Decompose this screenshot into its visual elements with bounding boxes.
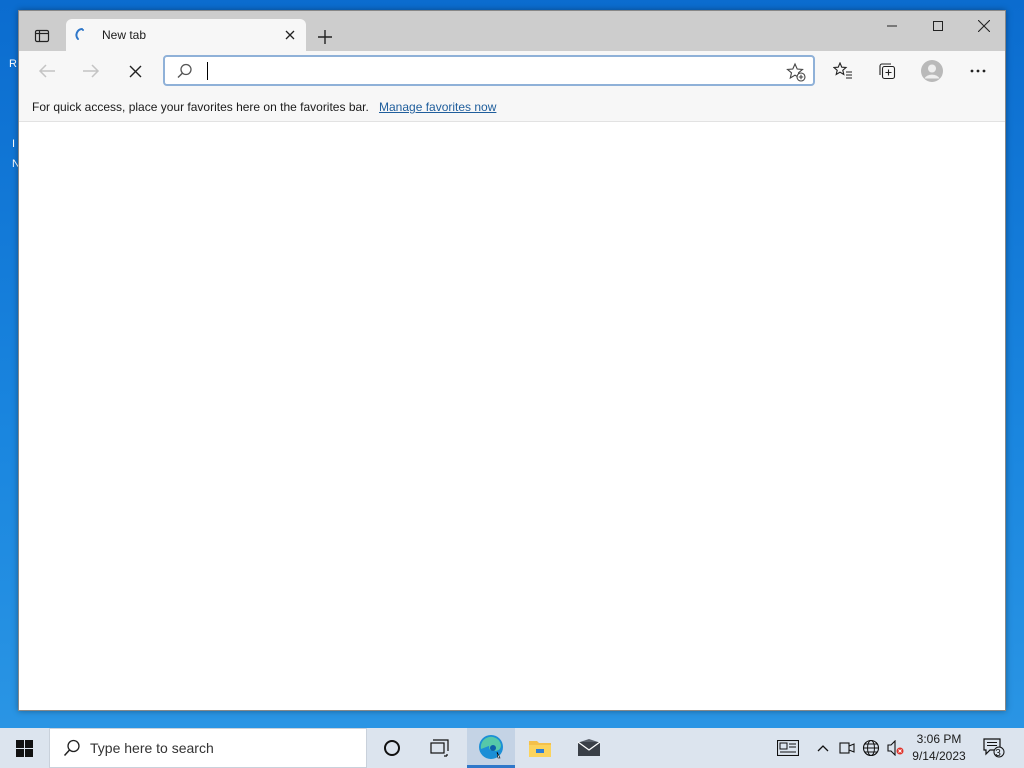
cortana-button[interactable]	[368, 728, 416, 768]
address-bar[interactable]	[163, 55, 815, 86]
new-tab-button[interactable]	[311, 23, 339, 51]
more-icon[interactable]	[962, 55, 994, 87]
network-globe-icon[interactable]	[861, 738, 881, 758]
clock-time: 3:06 PM	[916, 732, 962, 746]
clock-date: 9/14/2023	[912, 749, 966, 763]
taskbar: Type here to search 3:06 PM 9/14/2023 3	[0, 728, 1024, 768]
navigation-toolbar	[19, 51, 1005, 91]
address-input[interactable]	[205, 61, 775, 81]
browser-window: New tab For quick access, place your fav…	[18, 10, 1006, 711]
system-clock[interactable]: 3:06 PM 9/14/2023	[906, 731, 972, 765]
news-and-interests-icon[interactable]	[776, 738, 800, 758]
loading-spinner-icon	[74, 27, 90, 43]
collections-button[interactable]	[871, 55, 903, 87]
close-window-button[interactable]	[961, 11, 1007, 41]
minimize-button[interactable]	[869, 11, 915, 41]
maximize-button[interactable]	[915, 11, 961, 41]
tab-title: New tab	[102, 28, 147, 42]
favorites-bar-message: For quick access, place your favorites h…	[32, 100, 369, 114]
task-view-button[interactable]	[416, 728, 464, 768]
title-bar: New tab	[19, 11, 1005, 51]
page-content	[19, 122, 1005, 710]
show-hidden-icons-chevron-up-icon[interactable]	[813, 738, 833, 758]
volume-muted-icon[interactable]	[885, 738, 905, 758]
meet-now-icon[interactable]	[837, 738, 857, 758]
favorites-bar: For quick access, place your favorites h…	[19, 91, 1005, 122]
tab-new-tab[interactable]: New tab	[66, 19, 306, 51]
forward-button[interactable]	[75, 55, 107, 87]
manage-favorites-link[interactable]: Manage favorites now	[379, 100, 496, 114]
favorites-button[interactable]	[827, 55, 859, 87]
file-explorer-button[interactable]	[516, 728, 564, 768]
notification-count-badge: 3	[995, 748, 1001, 759]
back-button[interactable]	[31, 55, 63, 87]
close-tab-icon[interactable]	[278, 23, 302, 47]
add-favorite-icon[interactable]	[785, 61, 807, 83]
profile-button[interactable]	[916, 55, 948, 87]
start-button[interactable]	[0, 728, 48, 768]
stop-loading-button[interactable]	[119, 55, 151, 87]
search-icon	[54, 739, 90, 757]
taskbar-edge-button[interactable]	[467, 728, 515, 768]
tab-actions-icon[interactable]	[27, 21, 57, 51]
taskbar-search-placeholder: Type here to search	[90, 740, 214, 756]
search-icon	[177, 63, 193, 84]
text-caret	[207, 62, 208, 80]
mail-button[interactable]	[565, 728, 613, 768]
taskbar-search-box[interactable]: Type here to search	[49, 728, 367, 768]
